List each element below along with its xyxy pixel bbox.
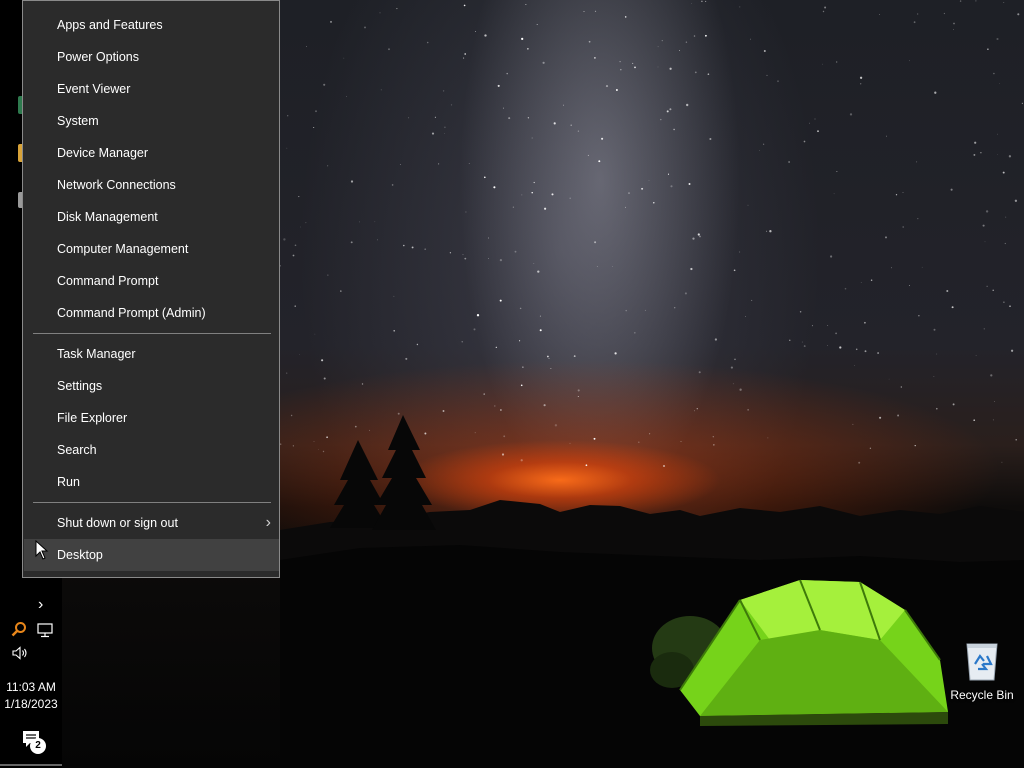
recycle-bin-icon [966, 643, 998, 681]
menu-item-label: Search [57, 443, 97, 457]
recycle-bin-shortcut[interactable]: Recycle Bin [946, 636, 1018, 708]
menu-item-apps-and-features[interactable]: Apps and Features [24, 9, 279, 41]
menu-item-desktop[interactable]: Desktop [24, 539, 279, 571]
menu-separator [33, 502, 271, 503]
clock-time[interactable]: 11:03 AM [0, 680, 62, 694]
menu-item-network-connections[interactable]: Network Connections [24, 169, 279, 201]
volume-icon[interactable] [11, 646, 29, 660]
menu-item-settings[interactable]: Settings [24, 370, 279, 402]
menu-item-run[interactable]: Run [24, 466, 279, 498]
menu-item-label: Disk Management [57, 210, 158, 224]
recycle-bin-label: Recycle Bin [950, 688, 1014, 702]
menu-item-power-options[interactable]: Power Options [24, 41, 279, 73]
menu-item-search[interactable]: Search [24, 434, 279, 466]
menu-item-event-viewer[interactable]: Event Viewer [24, 73, 279, 105]
winx-context-menu: Apps and Features Power Options Event View… [22, 0, 280, 578]
menu-item-label: Run [57, 475, 80, 489]
menu-item-computer-management[interactable]: Computer Management [24, 233, 279, 265]
notification-count-badge: 2 [30, 738, 46, 754]
menu-item-command-prompt-admin[interactable]: Command Prompt (Admin) [24, 297, 279, 329]
menu-item-label: Apps and Features [57, 18, 163, 32]
menu-item-task-manager[interactable]: Task Manager [24, 338, 279, 370]
menu-item-file-explorer[interactable]: File Explorer [24, 402, 279, 434]
menu-item-label: Event Viewer [57, 82, 131, 96]
menu-item-label: Command Prompt [57, 274, 159, 288]
chevron-right-icon[interactable]: › [38, 597, 43, 613]
chevron-right-icon: › [265, 514, 271, 531]
taskbar-divider [0, 764, 62, 766]
menu-item-label: Shut down or sign out [57, 516, 178, 530]
menu-item-label: Device Manager [57, 146, 149, 160]
menu-item-shutdown[interactable]: Shut down or sign out › [24, 507, 279, 539]
menu-item-label: Command Prompt (Admin) [57, 306, 206, 320]
menu-item-label: Settings [57, 379, 103, 393]
menu-item-label: File Explorer [57, 411, 128, 425]
menu-item-label: Network Connections [57, 178, 176, 192]
search-icon[interactable] [11, 621, 27, 637]
clock-date[interactable]: 1/18/2023 [0, 697, 62, 711]
menu-item-label: Computer Management [57, 242, 189, 256]
network-icon[interactable] [36, 622, 54, 638]
menu-item-command-prompt[interactable]: Command Prompt [24, 265, 279, 297]
menu-item-label: Desktop [57, 548, 103, 562]
menu-item-device-manager[interactable]: Device Manager [24, 137, 279, 169]
menu-item-label: System [57, 114, 99, 128]
menu-item-disk-management[interactable]: Disk Management [24, 201, 279, 233]
menu-item-system[interactable]: System [24, 105, 279, 137]
menu-separator [33, 333, 271, 334]
menu-item-label: Power Options [57, 50, 139, 64]
mouse-pointer-icon [35, 540, 49, 560]
pine-trees [330, 415, 436, 530]
menu-item-label: Task Manager [57, 347, 136, 361]
